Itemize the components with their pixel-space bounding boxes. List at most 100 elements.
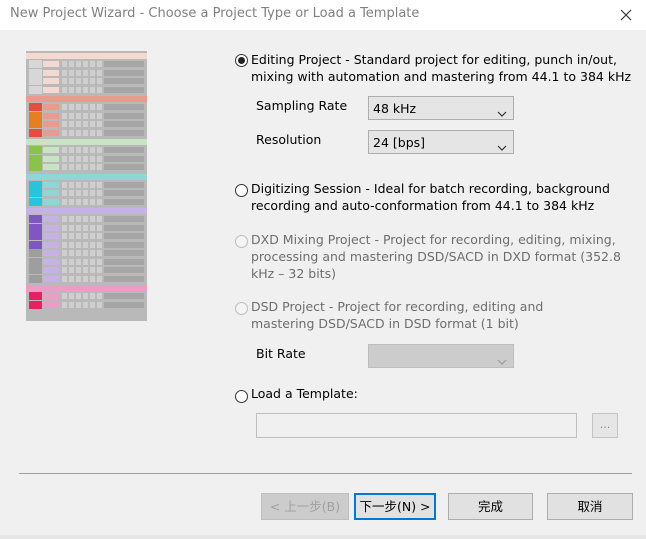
preview-track-lane [43,129,59,136]
preview-track-color [29,266,42,274]
preview-track-row [26,68,147,77]
next-button[interactable]: 下一步(N) > [354,493,436,520]
preview-track-buttons [62,121,102,127]
preview-track-color [29,120,42,128]
preview-track-color [29,232,42,240]
preview-track-row [26,189,147,197]
preview-track-row [26,292,147,300]
preview-track-clip [104,155,144,162]
dsd-line2: mastering DSD/SACD in DSD format (1 bit) [251,316,519,331]
preview-track-lane [43,86,59,93]
chevron-down-icon [497,105,507,120]
cancel-button[interactable]: 取消 [547,493,633,520]
preview-track-buttons [62,224,102,231]
dxd-line2: processing and mastering DSD/SACD in DXD… [251,249,621,264]
digitizing-session-label[interactable]: Digitizing Session - Ideal for batch rec… [251,180,610,214]
preview-track-row [26,146,147,154]
preview-track-color [29,249,42,257]
preview-track-clip [104,69,144,76]
preview-track-color [29,128,42,137]
preview-track-buttons [62,181,102,188]
preview-track-clip [104,61,144,67]
preview-track-lane [43,198,59,205]
preview-track-row [26,163,147,171]
bit-rate-label: Bit Rate [256,346,306,361]
preview-track-lane [43,164,59,170]
preview-track-row [26,85,147,94]
template-path-input [256,413,577,438]
preview-track-color [29,215,42,223]
preview-track-clip [104,293,144,299]
window-title: New Project Wizard - Choose a Project Ty… [10,6,420,21]
separator [19,473,632,474]
preview-track-clip [104,190,144,196]
preview-track-lane [43,267,59,273]
bit-rate-select [368,344,514,368]
preview-track-lane [43,301,59,308]
preview-track-clip [104,233,144,239]
preview-track-lane [43,275,59,282]
preview-track-clip [104,181,144,188]
preview-track-buttons [62,61,102,67]
preview-track-lane [43,233,59,239]
resolution-select[interactable]: 24 [bps] [368,130,514,154]
digitizing-session-line1: Digitizing Session - Ideal for batch rec… [251,181,610,196]
preview-track-buttons [62,250,102,256]
preview-track-buttons [62,233,102,239]
preview-group-header [26,173,147,180]
finish-button[interactable]: 完成 [448,493,533,520]
back-button: < 上一步(B) [261,493,349,520]
preview-track-color [29,85,42,94]
load-template-label[interactable]: Load a Template: [251,385,358,402]
digitizing-session-radio[interactable] [235,184,248,197]
dxd-line3: kHz – 32 bits) [251,266,336,281]
preview-track-color [29,274,42,283]
preview-track-clip [104,112,144,119]
preview-track-buttons [62,216,102,222]
preview-track-clip [104,164,144,170]
preview-track-lane [43,104,59,110]
preview-track-buttons [62,301,102,308]
preview-track-buttons [62,147,102,153]
load-template-radio[interactable] [235,390,248,403]
preview-track-color [29,180,42,189]
preview-track-buttons [62,190,102,196]
sampling-rate-value: 48 kHz [373,101,417,116]
preview-track-color [29,292,42,300]
browse-button: ... [592,413,618,438]
preview-track-row [26,240,147,249]
preview-track-color [29,197,42,206]
sampling-rate-select[interactable]: 48 kHz [368,96,514,120]
preview-track-clip [104,224,144,231]
preview-track-buttons [62,164,102,170]
preview-track-lane [43,250,59,256]
editing-project-label[interactable]: Editing Project - Standard project for e… [251,51,631,85]
editing-project-radio[interactable] [235,54,248,67]
resolution-label: Resolution [256,132,322,147]
preview-track-color [29,163,42,171]
preview-track-buttons [62,198,102,205]
preview-track-lane [43,216,59,222]
preview-track-clip [104,267,144,273]
preview-track-row [26,77,147,85]
close-icon[interactable] [616,5,636,25]
preview-group-header [26,53,147,59]
digitizing-session-line2: recording and auto-conformation from 44.… [251,198,595,213]
preview-track-clip [104,275,144,282]
preview-track-lane [43,61,59,67]
preview-track-clip [104,129,144,136]
preview-track-lane [43,147,59,153]
preview-track-clip [104,301,144,308]
preview-track-row [26,128,147,137]
preview-track-row [26,274,147,283]
preview-track-color [29,223,42,232]
preview-track-row [26,215,147,223]
preview-track-lane [43,224,59,231]
preview-track-buttons [62,155,102,162]
preview-track-color [29,154,42,163]
preview-track-lane [43,258,59,265]
preview-group-header [26,96,147,102]
preview-track-buttons [62,258,102,265]
preview-track-lane [43,241,59,248]
preview-track-clip [104,86,144,93]
